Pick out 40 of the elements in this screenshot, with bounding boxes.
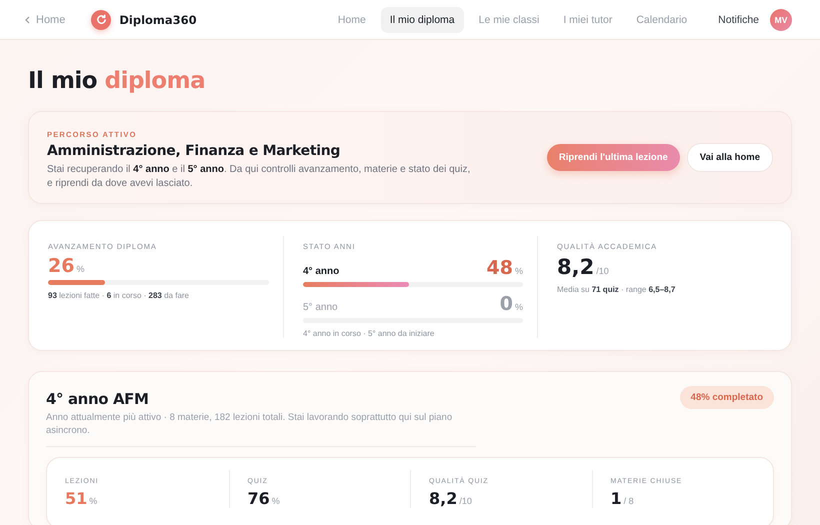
nav-tab[interactable]: I miei tutor xyxy=(554,6,622,32)
stat-value: 1 xyxy=(610,489,622,508)
stat-unit: /10 xyxy=(459,496,472,506)
year-name: 4° anno xyxy=(303,266,340,277)
stat-value: 48 xyxy=(486,257,513,279)
completion-badge: 48% completato xyxy=(680,386,774,409)
stat-unit: / 8 xyxy=(624,496,634,506)
stat-value: 26 xyxy=(48,255,74,277)
year-title: 4° anno AFM xyxy=(46,390,149,408)
chevron-left-icon xyxy=(24,16,30,24)
home-button[interactable]: Vai alla home xyxy=(686,143,773,172)
nav-tab[interactable]: Le mie classi xyxy=(470,6,548,32)
stat-value: 8,2 xyxy=(429,489,458,508)
page-title: Il mio diploma xyxy=(28,67,206,96)
quality-summary: Media su 71 quiz · range 6,5–8,7 xyxy=(557,285,676,294)
stat-unit: % xyxy=(272,496,280,506)
stat-value: 76 xyxy=(248,489,270,508)
stat-unit: % xyxy=(89,496,98,506)
brand-name: Diploma360 xyxy=(119,12,197,26)
nav-tab[interactable]: Il mio diploma xyxy=(380,6,464,32)
resume-lesson-button[interactable]: Riprendi l'ultima lezione xyxy=(546,144,680,171)
stat-value: 8,2 xyxy=(557,255,594,279)
back-link[interactable]: Home xyxy=(24,14,66,26)
path-title: Amministrazione, Finanza e Marketing xyxy=(47,143,342,159)
stat-value: 51 xyxy=(65,489,88,508)
year-description: Anno attualmente più attivo · 8 materie, 182 lezioni totali. Stai lavorando soprattutto qui sul piano asincrono. xyxy=(46,411,476,447)
path-description: Stai recuperando il 4° anno e il 5° anno. Da qui controlli avanzamento, materie e stato dei quiz, e riprendi da dove avevi lasciato. xyxy=(47,163,472,191)
years-note: 4° anno in corso · 5° anno da iniziare xyxy=(303,329,436,338)
stat-unit: /10 xyxy=(596,266,609,276)
progress-summary: 93 lezioni fatte · 6 in corso · 283 da fare xyxy=(48,291,190,300)
year-name: 5° anno xyxy=(303,302,338,313)
stat-unit: % xyxy=(514,266,523,276)
nav-tab[interactable]: Calendario xyxy=(627,6,696,32)
user-avatar[interactable]: MV xyxy=(770,8,792,30)
refresh-logo-icon xyxy=(91,10,112,30)
nav-tab[interactable]: Home xyxy=(328,6,375,32)
stat-unit: % xyxy=(514,302,523,312)
stat-value: 0 xyxy=(500,293,513,315)
notifications-link[interactable]: Notifiche xyxy=(718,14,759,26)
stat-unit: % xyxy=(76,264,84,274)
